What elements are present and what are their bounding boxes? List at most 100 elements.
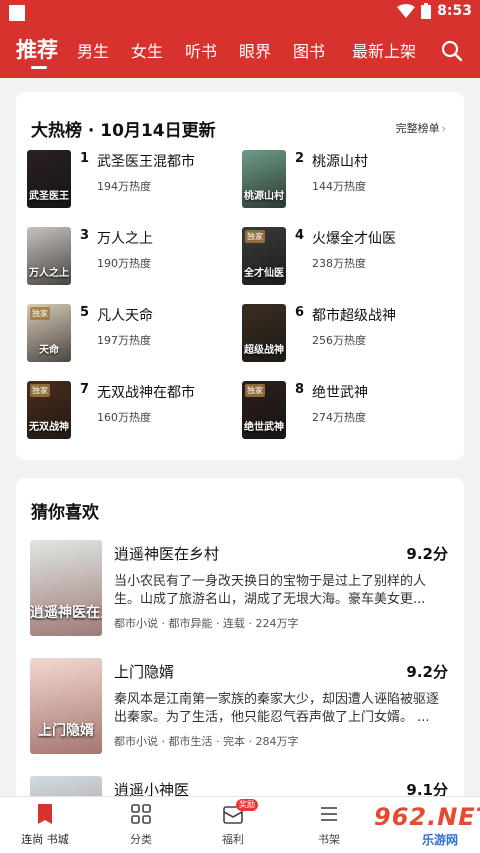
rank-heat: 194万热度 [97, 180, 151, 193]
tab-books[interactable]: 图书 [293, 38, 325, 62]
book-cover: 独家 全才仙医 [242, 227, 286, 285]
rank-item[interactable]: 万人之上 3 万人之上 190万热度 [27, 227, 232, 289]
bottom-tab-label: 分类 [130, 833, 152, 846]
rank-book-title: 凡人天命 [97, 308, 153, 324]
book-cover: 万人之上 [27, 227, 71, 285]
status-time: 8:53 [437, 3, 472, 19]
bottom-tab-welfare[interactable]: 奖励 福利 [198, 799, 268, 847]
book-list-item[interactable]: 逍遥神医在乡村逍遥神医在乡村9.2分当小农民有了一身改天换日的宝物于是过上了别样… [30, 540, 450, 650]
rank-heat: 160万热度 [97, 411, 151, 424]
bottom-tab-bookstore[interactable]: 连尚 书城 [10, 803, 80, 847]
bottom-tab-label: 连尚 书城 [21, 833, 69, 846]
book-cover: 逍遥神医在乡村 [30, 540, 102, 636]
book-score: 9.2分 [406, 663, 448, 681]
tab-vision[interactable]: 眼界 [239, 38, 271, 62]
book-title: 逍遥神医在乡村 [114, 545, 220, 563]
cover-tag: 独家 [30, 384, 50, 397]
tab-recommend[interactable]: 推荐 [16, 34, 58, 64]
hot-list-title: 大热榜 · 10月14日更新 [31, 121, 216, 141]
cover-text: 万人之上 [29, 268, 69, 279]
cover-text: 桃源山村 [244, 191, 284, 202]
book-meta: 都市小说 · 都市生活 · 完本 · 284万字 [114, 735, 299, 748]
rank-book-title: 桃源山村 [312, 154, 368, 170]
rank-book-title: 都市超级战神 [312, 308, 396, 324]
status-bar: 8:53 [0, 0, 480, 26]
rank-book-title: 武圣医王混都市 [97, 154, 195, 170]
watermark-small: 乐游网 [422, 833, 459, 847]
rank-item[interactable]: 桃源山村 2 桃源山村 144万热度 [242, 150, 447, 212]
guess-title: 猜你喜欢 [31, 503, 99, 523]
rank-item[interactable]: 独家 绝世武神 8 绝世武神 274万热度 [242, 381, 447, 443]
rank-item[interactable]: 独家天命 5 凡人天命 197万热度 [27, 304, 232, 366]
book-description: 当小农民有了一身改天换日的宝物于是过上了别样的人生。山成了旅游名山，湖成了无垠大… [114, 574, 427, 607]
cover-text: 武圣医王 [29, 191, 69, 202]
battery-icon [421, 3, 432, 19]
book-cover: 桃源山村 [242, 150, 286, 208]
rank-number: 5 [80, 305, 90, 320]
book-cover: 超级战神 [242, 304, 286, 362]
rank-heat: 274万热度 [312, 411, 366, 424]
book-score: 9.2分 [406, 545, 448, 563]
cover-text: 天命 [39, 345, 59, 356]
rank-number: 1 [80, 151, 90, 166]
cover-text: 超级战神 [244, 345, 284, 356]
watermark-big: 962.NET [374, 803, 480, 831]
cover-tag: 独家 [245, 230, 265, 243]
rank-number: 6 [295, 305, 305, 320]
book-description: 秦风本是江南第一家族的秦家大少，却因遭人诬陷被驱逐出秦家。为了生活，他只能忍气吞… [114, 692, 440, 725]
chevron-right-icon: › [441, 122, 446, 135]
hot-list-card: 大热榜 · 10月14日更新 完整榜单 › 武圣医王 1 武圣医王混都市 194万热度桃… [16, 92, 464, 460]
rank-item[interactable]: 武圣医王 1 武圣医王混都市 194万热度 [27, 150, 232, 212]
book-list-item[interactable]: 上门隐婿 上门隐婿 9.2分 秦风本是江南第一家族的秦家大少，却因遭人诬陷被驱逐出秦家… [30, 658, 450, 768]
rank-number: 4 [295, 228, 305, 243]
rank-heat: 144万热度 [312, 180, 366, 193]
rank-heat: 238万热度 [312, 257, 366, 270]
active-tab-indicator [31, 66, 47, 69]
cover-text: 上门隐婿 [38, 723, 94, 739]
cover-text: 逍遥神医在乡村 [30, 605, 102, 621]
reward-badge: 奖励 [236, 799, 258, 811]
top-nav: 推荐 男生 女生 听书 眼界 图书 最新上架 [0, 26, 480, 78]
rank-book-title: 万人之上 [97, 231, 153, 247]
book-title: 上门隐婿 [114, 663, 175, 681]
cover-text: 绝世武神 [244, 422, 284, 433]
book-cover: 上门隐婿 [30, 658, 102, 754]
book-cover: 独家天命 [27, 304, 71, 362]
bottom-tab-label: 福利 [222, 833, 244, 846]
category-icon [131, 804, 151, 824]
full-list-link[interactable]: 完整榜单 › [396, 120, 446, 136]
rank-heat: 190万热度 [97, 257, 151, 270]
rank-number: 7 [80, 382, 90, 397]
rank-heat: 256万热度 [312, 334, 366, 347]
book-cover: 独家 绝世武神 [242, 381, 286, 439]
notification-icon [9, 5, 25, 21]
rank-number: 2 [295, 151, 305, 166]
search-icon[interactable] [440, 39, 464, 63]
bottom-tab-category[interactable]: 分类 [106, 803, 176, 847]
cover-text: 全才仙医 [244, 268, 284, 279]
rank-number: 3 [80, 228, 90, 243]
tab-new-arrivals[interactable]: 最新上架 [352, 38, 416, 62]
rank-item[interactable]: 独家无双战神 7 无双战神在都市 160万热度 [27, 381, 232, 443]
bookshelf-icon [321, 807, 337, 821]
tab-female[interactable]: 女生 [131, 38, 163, 62]
rank-book-title: 无双战神在都市 [97, 385, 195, 401]
wifi-icon [397, 4, 416, 18]
rank-number: 8 [295, 382, 305, 397]
book-meta: 都市小说 · 都市异能 · 连载 · 224万字 [114, 617, 299, 630]
bookstore-icon [38, 804, 52, 824]
rank-heat: 197万热度 [97, 334, 151, 347]
rank-book-title: 火爆全才仙医 [312, 231, 396, 247]
guess-you-like-card: 猜你喜欢 逍遥神医在乡村逍遥神医在乡村9.2分当小农民有了一身改天换日的宝物于是… [16, 478, 464, 808]
rank-book-title: 绝世武神 [312, 385, 368, 401]
cover-text: 无双战神 [29, 422, 69, 433]
rank-item[interactable]: 独家全才仙医 4 火爆全才仙医 238万热度 [242, 227, 447, 289]
book-cover: 武圣医王 [27, 150, 71, 208]
tab-audiobook[interactable]: 听书 [185, 38, 217, 62]
tab-male[interactable]: 男生 [77, 38, 109, 62]
watermark-logo: 962.NET 乐游网 [352, 803, 480, 849]
rank-item[interactable]: 超级战神 6 都市超级战神 256万热度 [242, 304, 447, 366]
book-cover: 独家 无双战神 [27, 381, 71, 439]
cover-tag: 独家 [30, 307, 50, 320]
cover-tag: 独家 [245, 384, 265, 397]
